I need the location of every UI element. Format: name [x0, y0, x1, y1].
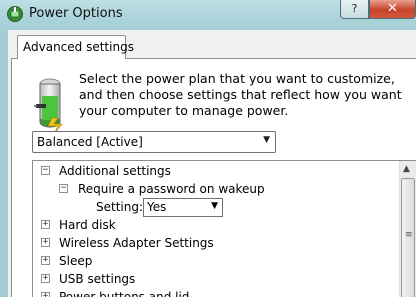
- tree-item-label: Require a password on wakeup: [78, 182, 265, 196]
- scroll-thumb[interactable]: ≡: [401, 178, 415, 297]
- setting-value: Yes: [147, 200, 167, 214]
- scroll-up-icon[interactable]: ▲: [403, 164, 410, 174]
- grip-icon: ≡: [405, 230, 413, 240]
- tree-item-label: Power buttons and lid: [59, 290, 190, 297]
- title-bar[interactable]: Power Options ? ✕: [0, 0, 416, 30]
- tree-item-label: Hard disk: [59, 218, 116, 232]
- power-options-icon: [7, 6, 23, 22]
- setting-label: Setting:: [96, 200, 144, 214]
- tree-item-hard-disk[interactable]: + Hard disk: [33, 216, 393, 234]
- chevron-down-icon: ▼: [263, 135, 270, 145]
- tree-item-require-password[interactable]: − Require a password on wakeup: [33, 180, 393, 198]
- setting-dropdown[interactable]: Yes ▼: [143, 198, 223, 217]
- collapse-icon[interactable]: −: [41, 166, 50, 175]
- vertical-scrollbar[interactable]: ▲ ≡: [399, 161, 416, 297]
- tree-item-power-buttons[interactable]: + Power buttons and lid: [33, 288, 393, 297]
- expand-icon[interactable]: +: [41, 274, 50, 283]
- close-button[interactable]: ✕: [369, 0, 416, 19]
- window-frame: Power Options ? ✕ Advanced settings Sele…: [0, 0, 416, 297]
- plan-description: Select the power plan that you want to c…: [79, 71, 402, 118]
- tree-item-additional-settings[interactable]: − Additional settings: [33, 162, 393, 180]
- dialog-client-area: Advanced settings Select the power plan …: [8, 30, 416, 297]
- chevron-down-icon: ▼: [211, 201, 218, 211]
- power-plan-value: Balanced [Active]: [37, 135, 143, 149]
- tab-advanced-settings[interactable]: Advanced settings: [17, 35, 134, 59]
- expand-icon[interactable]: +: [41, 256, 50, 265]
- settings-tree[interactable]: − Additional settings − Require a passwo…: [32, 160, 416, 297]
- help-button[interactable]: ?: [340, 0, 369, 19]
- expand-icon[interactable]: +: [41, 292, 50, 297]
- expand-icon[interactable]: +: [41, 220, 50, 229]
- tree-item-wireless-adapter[interactable]: + Wireless Adapter Settings: [33, 234, 393, 252]
- tree-item-sleep[interactable]: + Sleep: [33, 252, 393, 270]
- power-plan-dropdown[interactable]: Balanced [Active] ▼: [32, 131, 276, 153]
- tree-item-label: Sleep: [59, 254, 93, 268]
- tree-item-label: USB settings: [59, 272, 136, 286]
- expand-icon[interactable]: +: [41, 238, 50, 247]
- tree-item-label: Wireless Adapter Settings: [59, 236, 214, 250]
- tree-item-usb-settings[interactable]: + USB settings: [33, 270, 393, 288]
- collapse-icon[interactable]: −: [59, 184, 68, 193]
- window-title: Power Options: [29, 6, 123, 21]
- tree-item-label: Additional settings: [59, 164, 171, 178]
